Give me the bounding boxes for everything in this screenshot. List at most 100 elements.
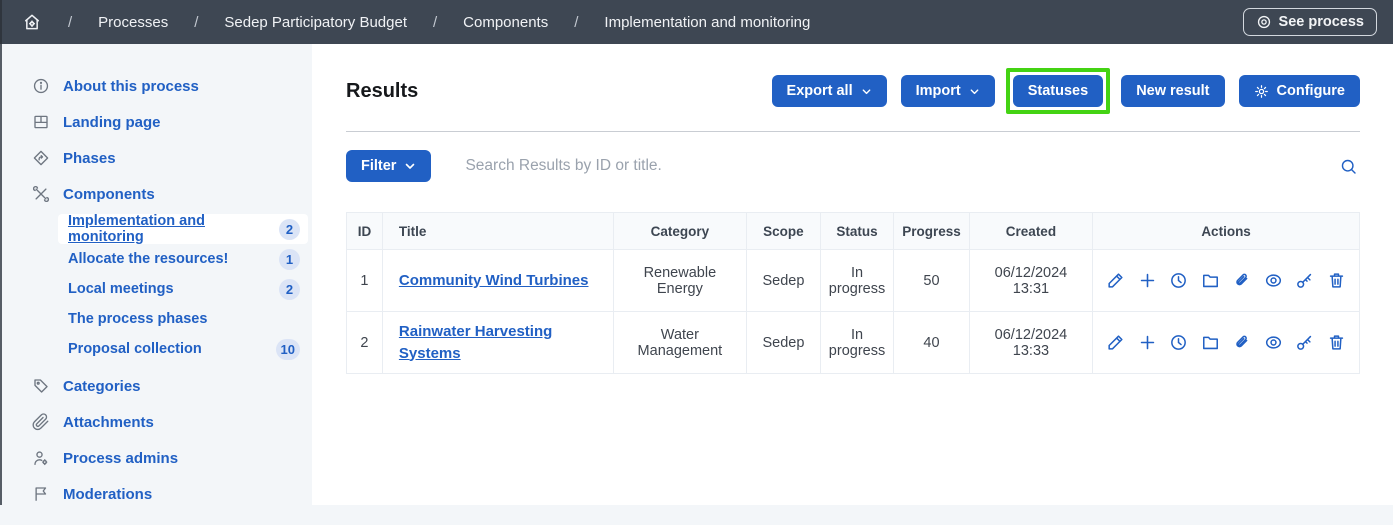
import-label: Import xyxy=(916,83,961,99)
filter-button[interactable]: Filter xyxy=(346,150,431,182)
folder-icon[interactable] xyxy=(1201,333,1220,352)
result-title-link[interactable]: Rainwater Harvesting Systems xyxy=(399,323,552,362)
search-icon[interactable] xyxy=(1337,155,1360,178)
preview-icon[interactable] xyxy=(1264,333,1283,352)
component-label: Allocate the resources! xyxy=(68,251,228,267)
info-icon xyxy=(32,77,50,95)
search-input[interactable] xyxy=(465,157,1337,175)
sidebar-item-label: About this process xyxy=(63,78,199,95)
configure-label: Configure xyxy=(1277,83,1345,99)
sidebar-item-components[interactable]: Components xyxy=(2,176,312,212)
see-process-label: See process xyxy=(1279,14,1364,30)
permissions-key-icon[interactable] xyxy=(1295,271,1314,290)
count-badge: 2 xyxy=(279,219,300,240)
delete-icon[interactable] xyxy=(1327,271,1346,290)
cell-status: In progress xyxy=(820,250,893,312)
sidebar-item-phases[interactable]: Phases xyxy=(2,140,312,176)
new-result-label: New result xyxy=(1136,83,1209,99)
results-table: ID Title Category Scope Status Progress … xyxy=(346,212,1360,374)
tools-icon xyxy=(32,185,50,203)
breadcrumb-processes[interactable]: Processes xyxy=(98,14,168,31)
sidebar-item-attachments[interactable]: Attachments xyxy=(2,404,312,440)
component-label: The process phases xyxy=(68,311,207,327)
cell-id: 1 xyxy=(347,250,383,312)
add-icon[interactable] xyxy=(1138,271,1157,290)
sidebar-item-label: Landing page xyxy=(63,114,161,131)
sidebar-component-process-phases[interactable]: The process phases xyxy=(58,304,308,334)
component-label: Implementation and monitoring xyxy=(68,213,279,245)
history-icon[interactable] xyxy=(1169,271,1188,290)
sidebar-component-proposal-collection[interactable]: Proposal collection 10 xyxy=(58,334,308,364)
configure-button[interactable]: Configure xyxy=(1239,75,1360,107)
table-header-row: ID Title Category Scope Status Progress … xyxy=(347,213,1360,250)
phases-icon xyxy=(32,149,50,167)
paperclip-icon xyxy=(32,413,50,431)
statuses-button[interactable]: Statuses xyxy=(1013,75,1103,107)
cell-progress: 40 xyxy=(894,312,970,374)
header-created: Created xyxy=(969,213,1092,250)
breadcrumb-current-component[interactable]: Implementation and monitoring xyxy=(604,14,810,31)
header-title: Title xyxy=(382,213,613,250)
sidebar-item-label: Moderations xyxy=(63,486,152,503)
breadcrumb-components[interactable]: Components xyxy=(463,14,548,31)
table-row: 2 Rainwater Harvesting Systems Water Man… xyxy=(347,312,1360,374)
gear-icon xyxy=(1254,84,1269,99)
history-icon[interactable] xyxy=(1169,333,1188,352)
breadcrumb: / Processes / Sedep Participatory Budget… xyxy=(22,12,810,32)
sidebar-component-implementation[interactable]: Implementation and monitoring 2 xyxy=(58,214,308,244)
sidebar-component-allocate[interactable]: Allocate the resources! 1 xyxy=(58,244,308,274)
attachment-icon[interactable] xyxy=(1232,271,1251,290)
cell-created: 06/12/2024 13:31 xyxy=(969,250,1092,312)
export-all-button[interactable]: Export all xyxy=(772,75,887,107)
table-row: 1 Community Wind Turbines Renewable Ener… xyxy=(347,250,1360,312)
filter-label: Filter xyxy=(361,158,396,174)
new-result-button[interactable]: New result xyxy=(1121,75,1224,107)
layout-icon xyxy=(32,113,50,131)
breadcrumb-separator: / xyxy=(574,14,578,31)
header-category: Category xyxy=(613,213,746,250)
count-badge: 2 xyxy=(279,279,300,300)
statuses-label: Statuses xyxy=(1028,83,1088,99)
row-actions xyxy=(1101,333,1351,352)
tag-icon xyxy=(32,377,50,395)
import-button[interactable]: Import xyxy=(901,75,995,107)
permissions-key-icon[interactable] xyxy=(1295,333,1314,352)
sidebar-component-local-meetings[interactable]: Local meetings 2 xyxy=(58,274,308,304)
sidebar-item-label: Categories xyxy=(63,378,141,395)
home-icon[interactable] xyxy=(22,12,42,32)
preview-icon[interactable] xyxy=(1264,271,1283,290)
attachment-icon[interactable] xyxy=(1232,333,1251,352)
chevron-down-icon xyxy=(404,160,416,172)
count-badge: 1 xyxy=(279,249,300,270)
sidebar-item-label: Phases xyxy=(63,150,116,167)
sidebar-item-label: Components xyxy=(63,186,155,203)
see-process-button[interactable]: See process xyxy=(1243,8,1377,36)
topbar: / Processes / Sedep Participatory Budget… xyxy=(0,0,1393,44)
sidebar-item-moderations[interactable]: Moderations xyxy=(2,476,312,512)
cell-progress: 50 xyxy=(894,250,970,312)
sidebar-item-categories[interactable]: Categories xyxy=(2,368,312,404)
delete-icon[interactable] xyxy=(1327,333,1346,352)
sidebar-item-landing-page[interactable]: Landing page xyxy=(2,104,312,140)
sidebar-item-about[interactable]: About this process xyxy=(2,68,312,104)
cell-created: 06/12/2024 13:33 xyxy=(969,312,1092,374)
sidebar-item-process-admins[interactable]: Process admins xyxy=(2,440,312,476)
row-actions xyxy=(1101,271,1351,290)
preview-circle-icon xyxy=(1256,14,1272,30)
breadcrumb-process-name[interactable]: Sedep Participatory Budget xyxy=(224,14,407,31)
edit-icon[interactable] xyxy=(1106,271,1125,290)
breadcrumb-separator: / xyxy=(194,14,198,31)
add-icon[interactable] xyxy=(1138,333,1157,352)
edit-icon[interactable] xyxy=(1106,333,1125,352)
user-settings-icon xyxy=(32,449,50,467)
result-title-link[interactable]: Community Wind Turbines xyxy=(399,272,589,289)
cell-category: Water Management xyxy=(613,312,746,374)
folder-icon[interactable] xyxy=(1201,271,1220,290)
component-label: Proposal collection xyxy=(68,341,202,357)
toolbar: Export all Import Statuses xyxy=(772,68,1360,114)
header-status: Status xyxy=(820,213,893,250)
sidebar: About this process Landing page Phases xyxy=(0,44,312,505)
chevron-down-icon xyxy=(861,86,872,97)
main-content: Results Export all Import St xyxy=(312,44,1393,505)
count-badge: 10 xyxy=(276,339,300,360)
